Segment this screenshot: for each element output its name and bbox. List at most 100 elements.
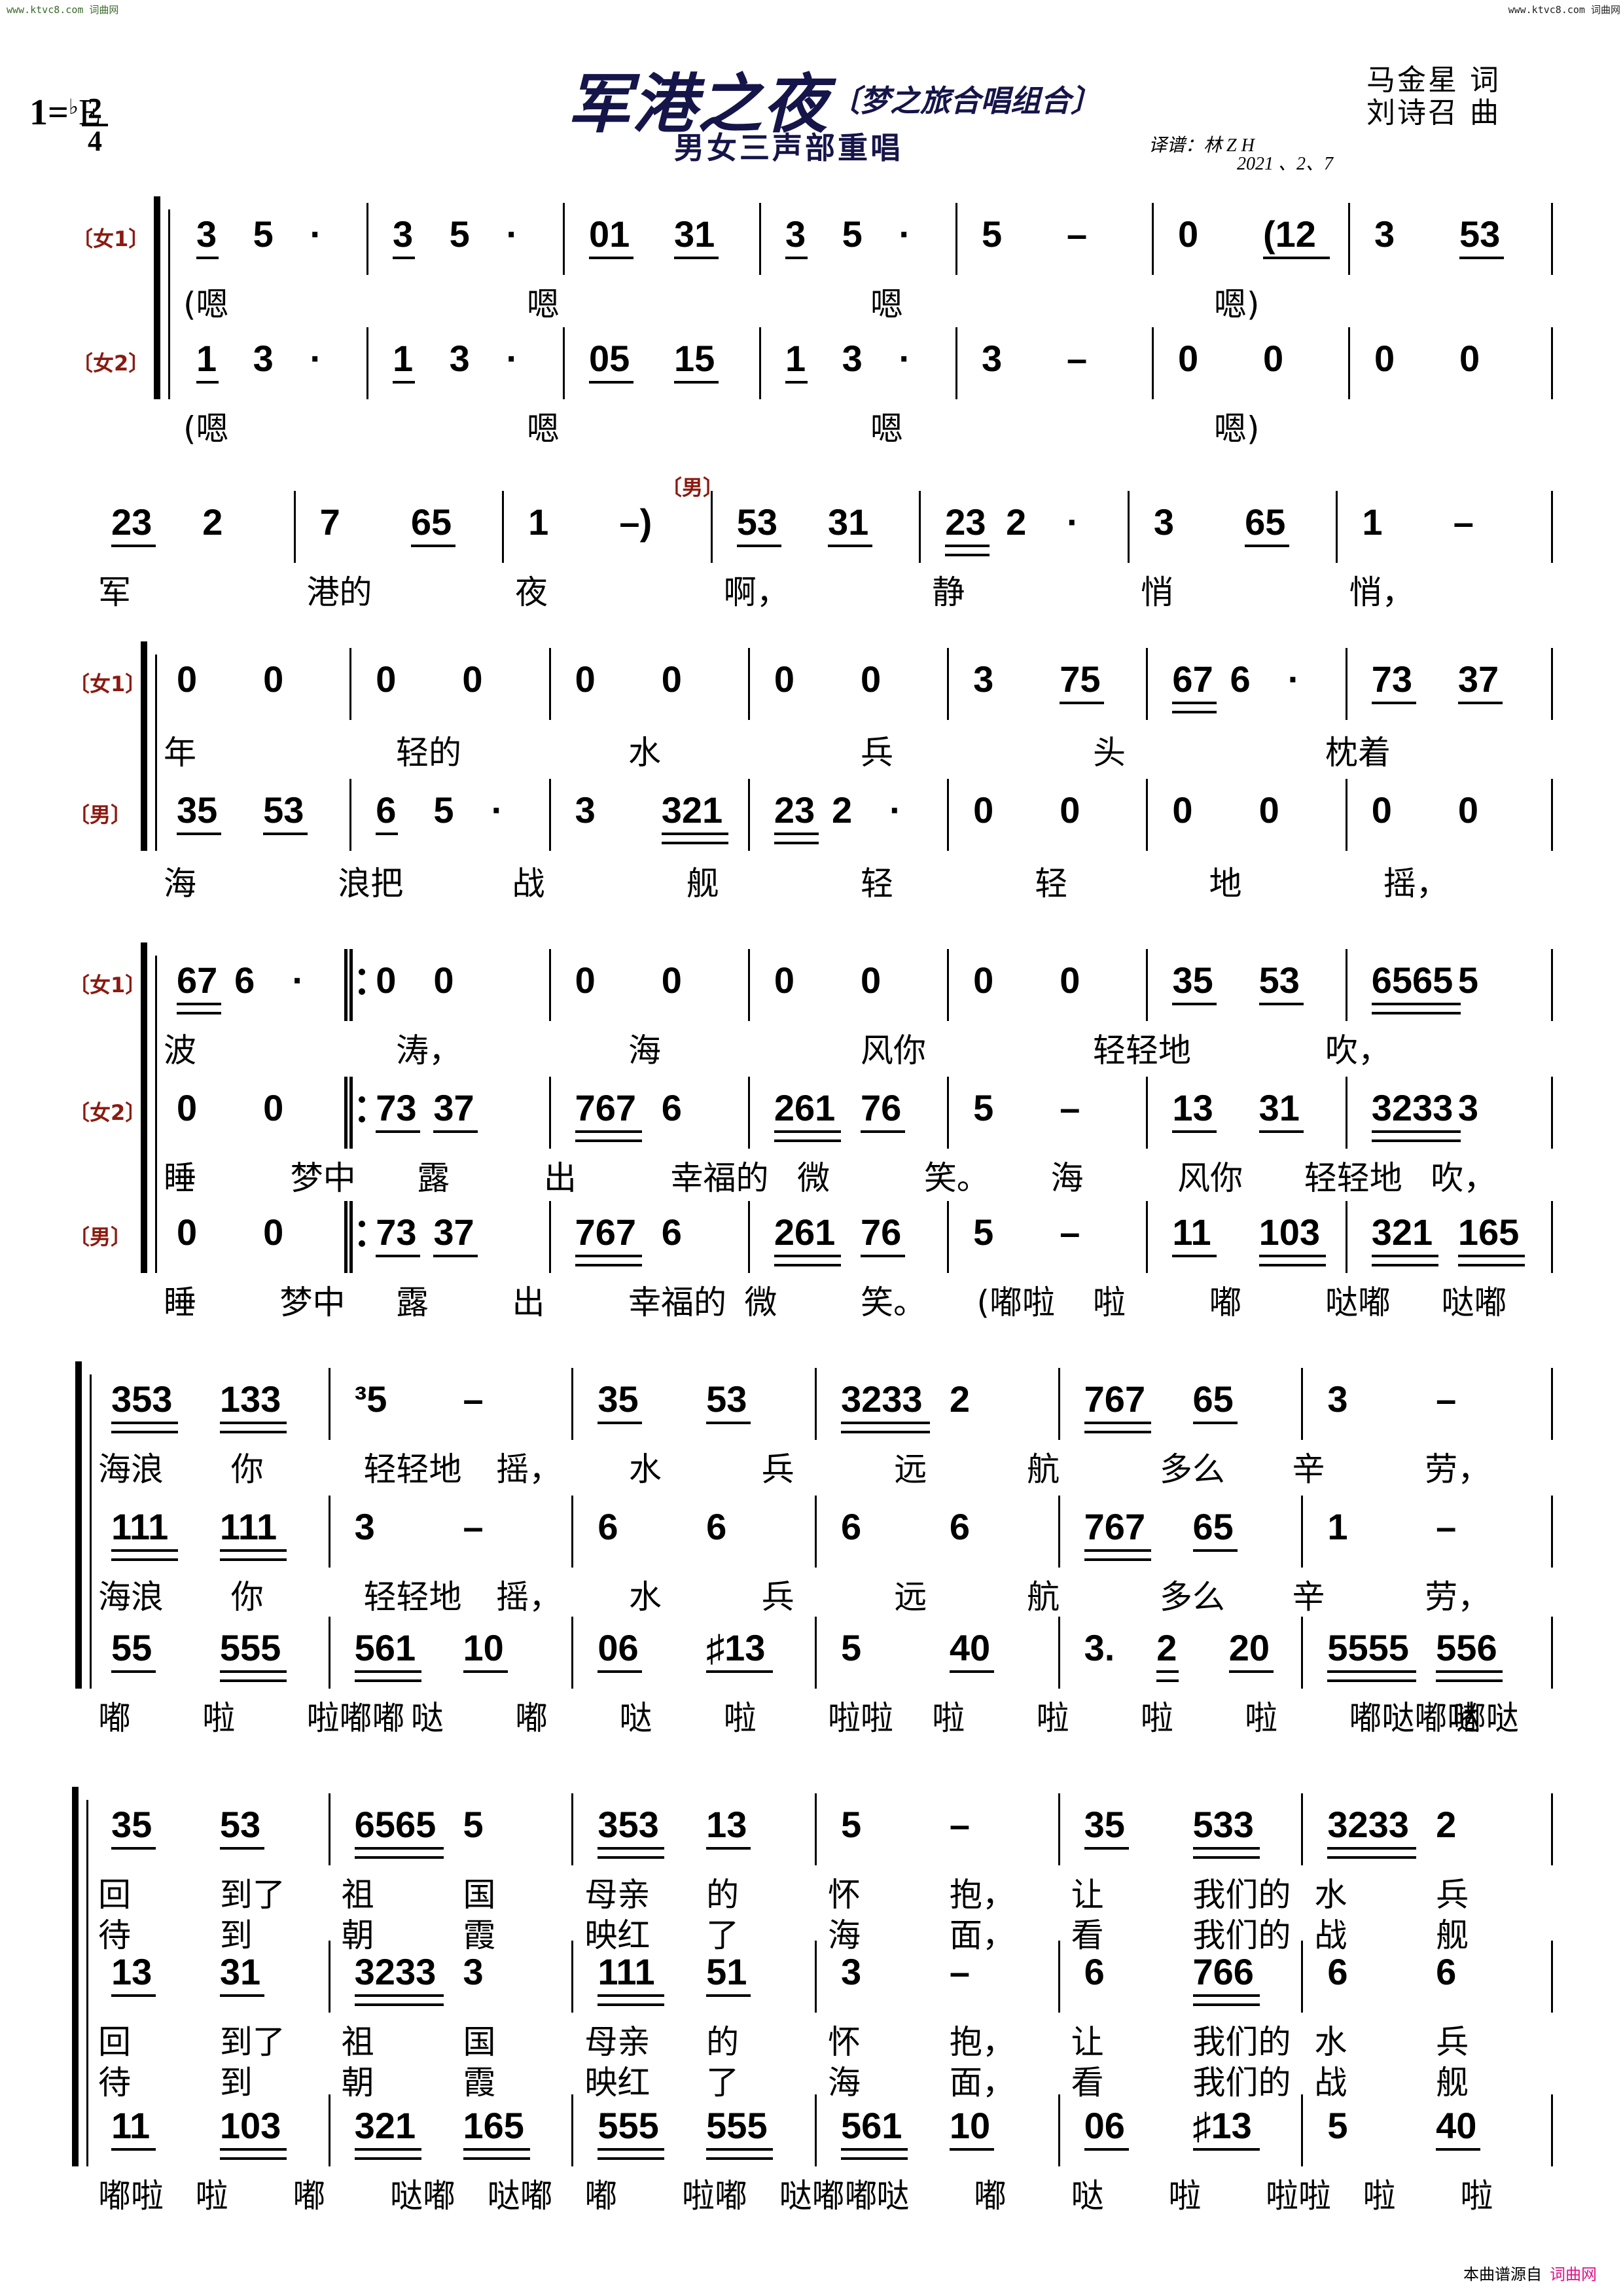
underline-beam [597,1670,643,1673]
lyric-syllable: 哒嘟 [487,2177,553,2215]
note-group: 65 [410,501,452,543]
underline-beam [1371,702,1416,704]
barline-end [1551,1617,1553,1689]
note-group: 6 [376,789,397,831]
note-group: – [1067,213,1088,255]
underline-beam [111,1847,156,1850]
note-group: 165 [1457,1211,1520,1253]
underline-beam [589,381,633,384]
barline [548,949,551,1021]
barline-end [1551,949,1553,1021]
underline-beam [219,1422,287,1424]
lyric-syllable: 远 [894,1578,927,1616]
note-group: 555 [597,2105,659,2146]
footer-brand-link[interactable]: 词曲网 [1550,2266,1597,2284]
voice-label: 〔女1〕 [69,973,147,997]
note-group: – [1453,501,1474,543]
lyric-syllable: 轻轻地 [363,1578,462,1616]
lyric-syllable: 看 [1071,2064,1104,2102]
lyric-syllable: 海 [828,1916,861,1954]
underline-beam [1084,2148,1129,2151]
note-group: · [1287,658,1300,700]
lyric-syllable: 风你 [861,1031,926,1069]
barline [548,648,551,720]
note-group: 5 [842,213,863,255]
lyric-syllable: 梦中 [290,1159,356,1197]
lyric-syllable: 面， [949,2064,1015,2102]
barline [1058,1368,1060,1440]
lyric-syllable: 到 [219,1916,253,1954]
underline-beam [736,545,781,547]
lyric-syllable: 嘟 [1209,1283,1242,1321]
barline [548,1077,551,1149]
underline-beam [774,1264,841,1266]
lyric-syllable: 啦 [1168,2177,1202,2215]
underline-beam [1084,1558,1151,1561]
barline [1301,2094,1304,2166]
barline-end [1551,1077,1553,1149]
underline-beam [463,1670,508,1673]
underline-beam [1192,2148,1260,2151]
note-group: 6565 [1371,960,1454,1001]
note-group: 0 [1459,338,1480,379]
underline-beam [861,1255,905,1257]
note-group: 0 [263,1087,284,1128]
barline [548,779,551,851]
note-group: 3 [841,1951,862,1992]
underline-beam [463,2148,530,2151]
lyric-syllable: 嗯 [870,285,903,323]
underline-beam [1192,1422,1238,1424]
note-group: – [463,1378,484,1420]
note-group: 0 [177,658,198,700]
underline-beam [177,833,221,835]
barline [815,1496,817,1568]
note-group: 0 [774,658,794,700]
note-group: 0 [774,960,794,1001]
underline-beam [1327,1679,1417,1682]
lyric-syllable: 远 [894,1450,927,1488]
lyric-syllable: 战 [512,865,545,903]
note-group: 261 [774,1211,836,1253]
lyric-syllable: 轻轻地 [1093,1031,1191,1069]
note-group: (12 [1263,213,1316,255]
barline [1146,949,1149,1021]
underline-beam [376,1255,421,1257]
barline [815,1617,817,1689]
note-group: 3 [973,658,994,700]
note-group: – [949,1951,970,1992]
note-group: 37 [433,1211,474,1253]
lyric-syllable: 待 [98,2064,131,2102]
note-group: 1 [528,501,549,543]
underline-beam [575,1130,642,1133]
note-group: 2 [1006,501,1027,543]
underline-beam [1258,1264,1326,1266]
note-group: ♯13 [706,1627,766,1668]
lyric-syllable: 到 [219,2064,253,2102]
lyric-syllable: 啦 [1036,1699,1069,1737]
underline-beam [1245,545,1290,547]
lyric-syllable: 啦 [723,1699,757,1737]
note-group: 6 [949,1506,970,1547]
note-group: 767 [575,1211,636,1253]
lyric-syllable: 哒嘟嘟 [779,2177,878,2215]
note-group: 65 [1192,1378,1234,1420]
part-annotation-male: 〔男〕 [661,476,724,499]
system-brace-line [86,1800,88,2166]
repeat-sign-part [359,988,366,995]
note-group: 165 [463,2105,524,2146]
voice-label: 〔男〕 [69,1225,132,1249]
underline-beam [1192,2003,1260,2006]
note-group: 1 [196,338,217,379]
underline-beam [841,2148,908,2151]
underline-beam [774,842,819,844]
underline-beam [1371,1255,1438,1257]
underline-beam [219,1670,287,1673]
note-group: 0 [1178,338,1199,379]
note-group: 73 [376,1211,417,1253]
underline-beam [1371,1264,1438,1266]
note-group: 0 [462,658,483,700]
barline [328,1941,330,2013]
note-group: 3 [393,213,414,255]
barline [747,779,750,851]
barline [1301,1496,1304,1568]
